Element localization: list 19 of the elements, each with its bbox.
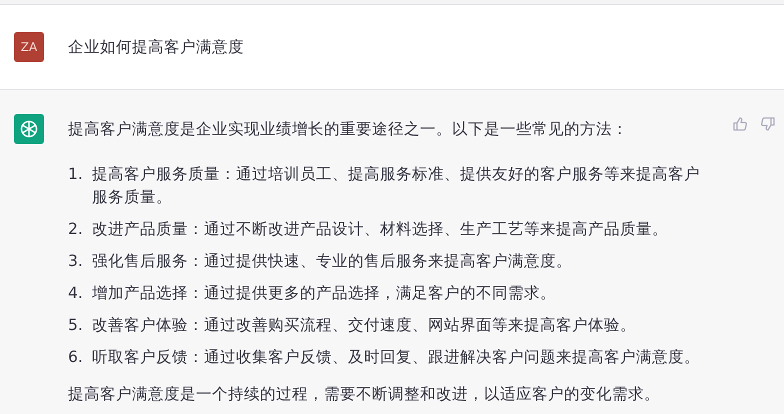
list-item-text: 改善客户体验：通过改善购买流程、交付速度、网站界面等来提高客户体验。: [92, 315, 637, 336]
user-avatar: ZA: [14, 32, 44, 62]
answer-closing: 提高客户满意度是一个持续的过程，需要不断调整和改进，以适应客户的变化需求。: [68, 384, 661, 405]
thumbs-up-icon[interactable]: [732, 116, 748, 132]
logo-icon: [19, 119, 39, 139]
list-item-text: 改进产品质量：通过不断改进产品设计、材料选择、生产工艺等来提高产品质量。: [92, 219, 669, 240]
list-item-text: 强化售后服务：通过提供快速、专业的售后服务来提高客户满意度。: [92, 251, 573, 272]
list-item-text: 提高客户服务质量：通过培训员工、提高服务标准、提供友好的客户服务等来提高客户服务质量。: [92, 164, 701, 208]
list-item-text: 增加产品选择：通过提供更多的产品选择，满足客户的不同需求。: [92, 283, 557, 304]
list-number: 4.: [68, 283, 84, 304]
list-item-text: 听取客户反馈：通过收集客户反馈、及时回复、跟进解决客户问题来提高客户满意度。: [92, 347, 701, 368]
user-message: 企业如何提高客户满意度: [68, 36, 244, 58]
answer-intro: 提高客户满意度是企业实现业绩增长的重要途径之一。以下是一些常见的方法：: [68, 119, 629, 140]
list-number: 2.: [68, 219, 84, 240]
list-number: 5.: [68, 315, 84, 336]
thumbs-down-icon[interactable]: [760, 116, 776, 132]
list-number: 6.: [68, 347, 84, 368]
list-number: 1.: [68, 164, 84, 185]
list-number: 3.: [68, 251, 84, 272]
